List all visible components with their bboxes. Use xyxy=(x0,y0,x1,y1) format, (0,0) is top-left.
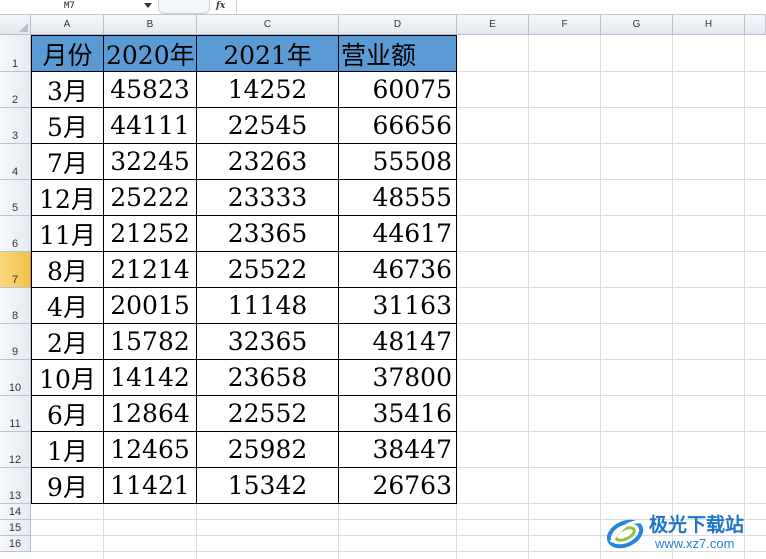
insert-function-icon[interactable]: fx xyxy=(216,0,225,12)
select-all-button[interactable] xyxy=(0,15,31,35)
row-header-15[interactable]: 15 xyxy=(0,520,31,536)
table-header-cell[interactable]: 月份 xyxy=(31,35,104,72)
table-cell[interactable]: 21214 xyxy=(104,252,197,288)
table-cell[interactable]: 4月 xyxy=(31,288,104,324)
table-cell[interactable]: 11月 xyxy=(31,216,104,252)
row-header-14[interactable]: 14 xyxy=(0,504,31,520)
column-header-g[interactable]: G xyxy=(601,15,673,35)
table-cell[interactable]: 2月 xyxy=(31,324,104,360)
column-header-c[interactable]: C xyxy=(197,15,339,35)
table-cell[interactable]: 20015 xyxy=(104,288,197,324)
table-cell[interactable]: 26763 xyxy=(339,468,457,504)
row-header-1[interactable]: 1 xyxy=(0,35,31,72)
table-header-cell[interactable]: 营业额 xyxy=(339,35,457,72)
table-cell[interactable]: 8月 xyxy=(31,252,104,288)
table-cell[interactable]: 66656 xyxy=(339,108,457,144)
table-cell[interactable]: 11421 xyxy=(104,468,197,504)
table-header-cell[interactable]: 2021年 xyxy=(197,35,339,72)
table-cell[interactable]: 22545 xyxy=(197,108,339,144)
column-header-h[interactable]: H xyxy=(673,15,745,35)
watermark: 极光下载站 www.xz7.com xyxy=(605,508,765,558)
gridline xyxy=(600,35,601,559)
table-cell[interactable]: 12月 xyxy=(31,180,104,216)
cell-reference: M7 xyxy=(64,1,75,11)
table-cell[interactable]: 23333 xyxy=(197,180,339,216)
table-cell[interactable]: 44111 xyxy=(104,108,197,144)
table-cell[interactable]: 35416 xyxy=(339,396,457,432)
row-header-16[interactable]: 16 xyxy=(0,536,31,552)
row-header-2[interactable]: 2 xyxy=(0,72,31,108)
row-header-8[interactable]: 8 xyxy=(0,288,31,324)
formula-bar: M7 fx xyxy=(0,0,766,15)
table-cell[interactable]: 3月 xyxy=(31,72,104,108)
column-header-a[interactable]: A xyxy=(31,15,104,35)
table-cell[interactable]: 22552 xyxy=(197,396,339,432)
table-cell[interactable]: 23263 xyxy=(197,144,339,180)
formula-input[interactable] xyxy=(236,0,766,13)
table-cell[interactable]: 23365 xyxy=(197,216,339,252)
table-cell[interactable]: 10月 xyxy=(31,360,104,396)
row-headers: 1 2 3 4 5 6 7 8 9 10 11 12 13 14 15 16 xyxy=(0,35,31,559)
table-cell[interactable]: 12465 xyxy=(104,432,197,468)
table-cell[interactable]: 21252 xyxy=(104,216,197,252)
name-box[interactable]: M7 xyxy=(0,0,155,13)
table-cell[interactable]: 11148 xyxy=(197,288,339,324)
column-headers: ABCDEFGH xyxy=(31,15,766,35)
row-header-6[interactable]: 6 xyxy=(0,216,31,252)
table-cell[interactable]: 6月 xyxy=(31,396,104,432)
column-header-e[interactable]: E xyxy=(457,15,529,35)
table-cell[interactable]: 45823 xyxy=(104,72,197,108)
table-cell[interactable]: 44617 xyxy=(339,216,457,252)
table-cell[interactable]: 7月 xyxy=(31,144,104,180)
row-header-10[interactable]: 10 xyxy=(0,360,31,396)
table-cell[interactable]: 25222 xyxy=(104,180,197,216)
table-cell[interactable]: 23658 xyxy=(197,360,339,396)
table-cell[interactable]: 15782 xyxy=(104,324,197,360)
row-header-12[interactable]: 12 xyxy=(0,432,31,468)
table-cell[interactable]: 9月 xyxy=(31,468,104,504)
table-cell[interactable]: 25982 xyxy=(197,432,339,468)
row-header-9[interactable]: 9 xyxy=(0,324,31,360)
table-cell[interactable]: 12864 xyxy=(104,396,197,432)
column-header-f[interactable]: F xyxy=(529,15,601,35)
table-cell[interactable]: 14252 xyxy=(197,72,339,108)
row-header-3[interactable]: 3 xyxy=(0,108,31,144)
table-cell[interactable]: 48555 xyxy=(339,180,457,216)
formula-bar-splitter-handle[interactable] xyxy=(158,0,210,14)
table-cell[interactable]: 48147 xyxy=(339,324,457,360)
column-header-filler xyxy=(745,15,766,35)
select-all-icon xyxy=(19,23,28,32)
watermark-url: www.xz7.com xyxy=(655,536,735,551)
gridline xyxy=(744,35,745,559)
row-header-5[interactable]: 5 xyxy=(0,180,31,216)
gridline xyxy=(528,35,529,559)
table-cell[interactable]: 37800 xyxy=(339,360,457,396)
row-header-11[interactable]: 11 xyxy=(0,396,31,432)
table-cell[interactable]: 32365 xyxy=(197,324,339,360)
table-cell[interactable]: 14142 xyxy=(104,360,197,396)
table-cell[interactable]: 25522 xyxy=(197,252,339,288)
table-cell[interactable]: 32245 xyxy=(104,144,197,180)
table-cell[interactable]: 55508 xyxy=(339,144,457,180)
table-cell[interactable]: 5月 xyxy=(31,108,104,144)
table-cell[interactable]: 38447 xyxy=(339,432,457,468)
chevron-down-icon[interactable] xyxy=(144,3,152,8)
row-header-13[interactable]: 13 xyxy=(0,468,31,504)
row-header-4[interactable]: 4 xyxy=(0,144,31,180)
table-cell[interactable]: 46736 xyxy=(339,252,457,288)
column-header-b[interactable]: B xyxy=(104,15,197,35)
swirl-logo-icon xyxy=(606,519,644,549)
gridline xyxy=(672,35,673,559)
watermark-title: 极光下载站 xyxy=(649,514,745,536)
column-header-d[interactable]: D xyxy=(339,15,457,35)
row-header-7[interactable]: 7 xyxy=(0,252,31,288)
table-cell[interactable]: 15342 xyxy=(197,468,339,504)
table-cell[interactable]: 31163 xyxy=(339,288,457,324)
table-header-cell[interactable]: 2020年 xyxy=(104,35,197,72)
table-cell[interactable]: 1月 xyxy=(31,432,104,468)
table-cell[interactable]: 60075 xyxy=(339,72,457,108)
